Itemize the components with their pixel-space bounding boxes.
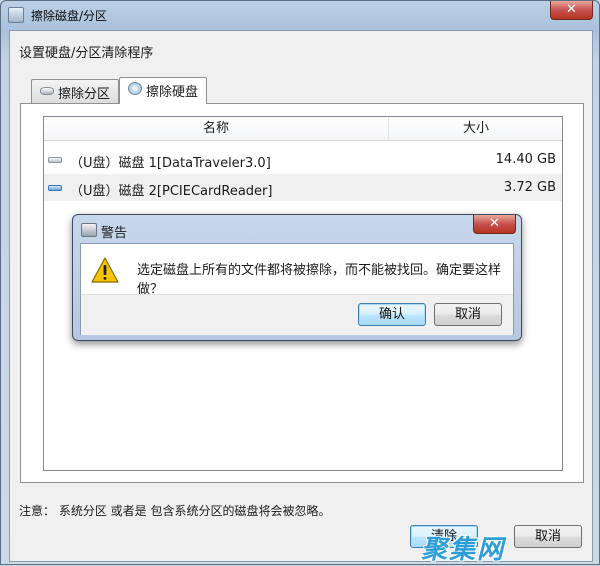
confirm-button[interactable]: 确认 (358, 303, 426, 326)
tab-erase-disk[interactable]: 擦除硬盘 (119, 77, 208, 104)
tab-erase-partition[interactable]: 擦除分区 (31, 79, 120, 103)
app-icon (8, 7, 24, 23)
page-subtitle: 设置硬盘/分区清除程序 (19, 46, 154, 61)
disk-icon (128, 82, 142, 95)
watermark-logo: 聚集网 (421, 535, 506, 565)
row-name: （U盘）磁盘 1[DataTraveler3.0] (70, 156, 271, 171)
dialog-close-button[interactable]: ✕ (473, 215, 516, 234)
column-header-size[interactable]: 大小 (389, 117, 563, 141)
table-row[interactable]: （U盘）磁盘 1[DataTraveler3.0] 14.40 GB (44, 146, 562, 173)
cancel-button[interactable]: 取消 (514, 525, 582, 548)
note-text: 注意： 系统分区 或者是 包含系统分区的磁盘将会被忽略。 (19, 504, 331, 518)
erase-disk-window: 擦除磁盘/分区 ✕ 设置硬盘/分区清除程序 擦除分区 擦除硬盘 名称 大小 （U… (0, 0, 600, 565)
dialog-client: 选定磁盘上所有的文件都将被擦除，而不能被找回。确定要这样做？ 确认 取消 (80, 243, 514, 335)
column-header-name[interactable]: 名称 (44, 117, 389, 141)
dialog-cancel-button[interactable]: 取消 (434, 303, 502, 326)
dialog-message: 选定磁盘上所有的文件都将被擦除，而不能被找回。确定要这样做？ (137, 263, 502, 297)
tab-label: 擦除硬盘 (146, 85, 199, 100)
dialog-button-bar: 确认 取消 (81, 294, 513, 335)
warning-icon (91, 257, 119, 283)
row-size: 14.40 GB (495, 152, 556, 167)
window-close-button[interactable]: ✕ (550, 1, 593, 20)
window-title: 擦除磁盘/分区 (31, 9, 108, 23)
row-size: 3.72 GB (503, 180, 556, 195)
dialog-title: 警告 (101, 226, 128, 241)
table-row[interactable]: （U盘）磁盘 2[PCIECardReader] 3.72 GB (44, 174, 562, 201)
dialog-message-area: 选定磁盘上所有的文件都将被擦除，而不能被找回。确定要这样做？ (81, 244, 513, 297)
partition-icon (40, 87, 54, 95)
tab-label: 擦除分区 (58, 87, 111, 102)
title-bar[interactable]: 擦除磁盘/分区 ✕ (1, 1, 599, 29)
usb-disk-icon (48, 157, 62, 163)
list-header: 名称 大小 (44, 117, 562, 141)
warning-dialog: 警告 ✕ 选定磁盘上所有的文件都将被擦除，而不能被找回。确定要这样做？ 确认 取… (72, 214, 522, 341)
usb-disk-icon (48, 185, 62, 191)
row-name: （U盘）磁盘 2[PCIECardReader] (70, 184, 273, 199)
dialog-app-icon (81, 223, 97, 237)
